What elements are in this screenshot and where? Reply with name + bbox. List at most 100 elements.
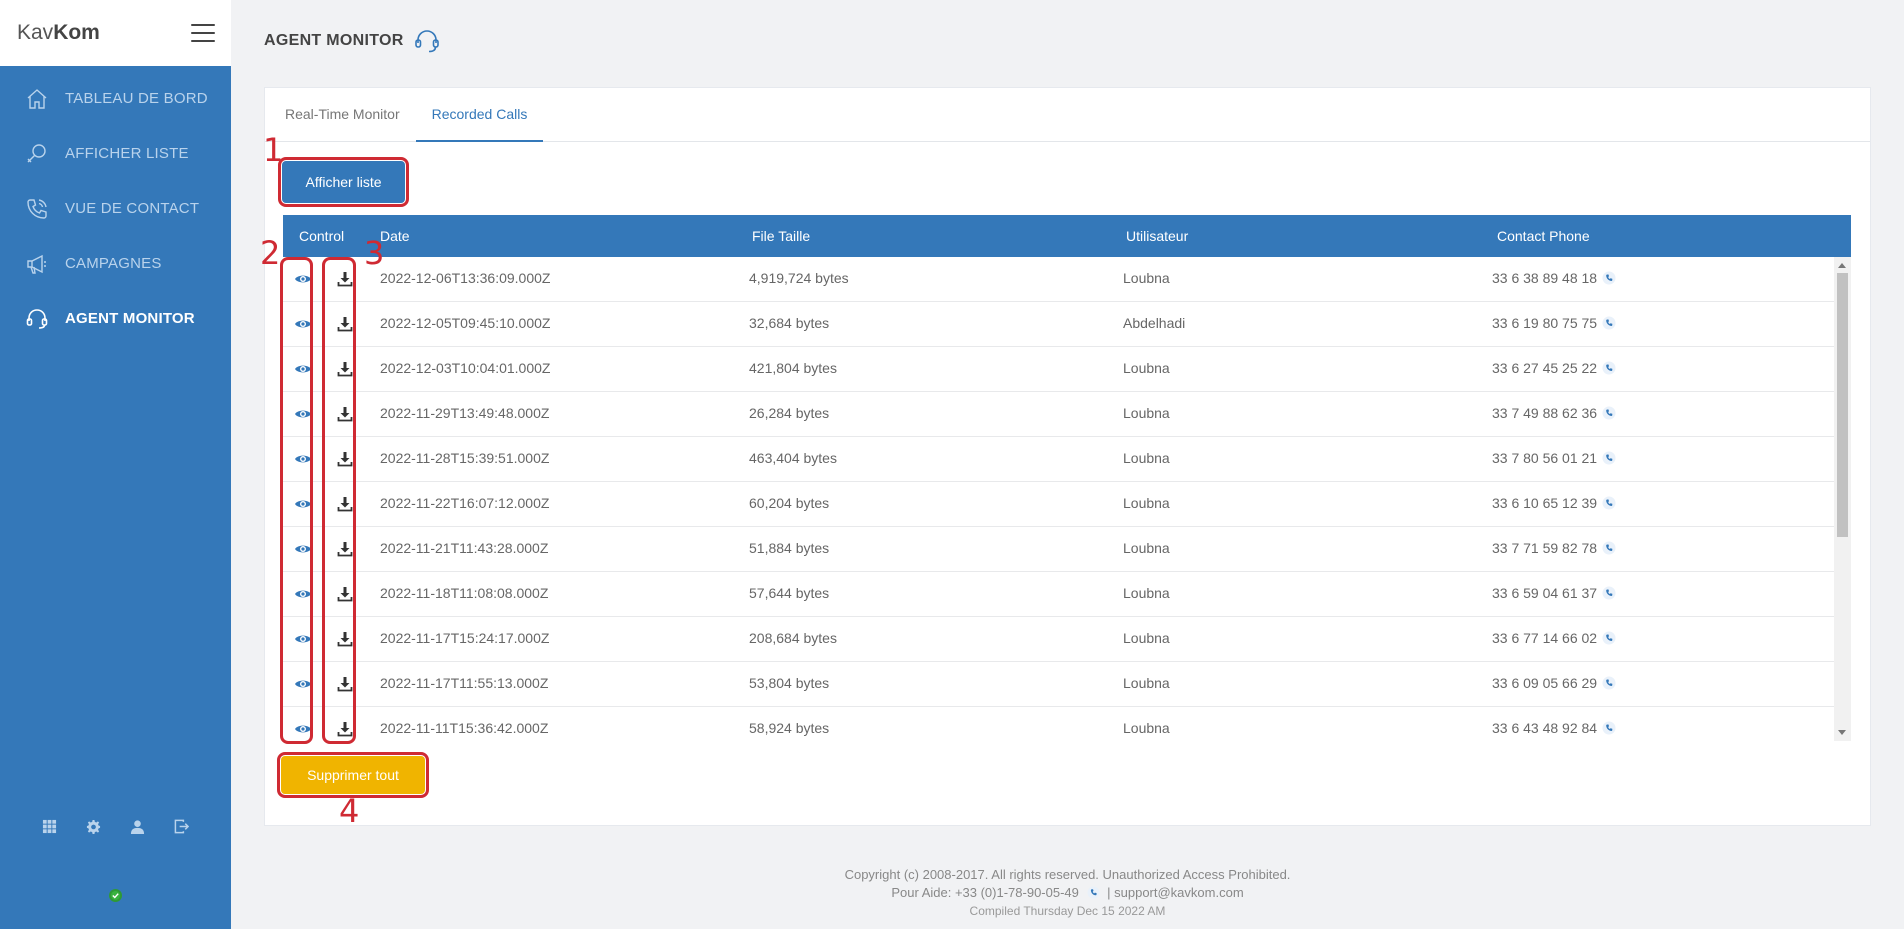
cell-user: Loubna	[1123, 405, 1170, 421]
afficher-liste-button[interactable]: Afficher liste	[278, 157, 409, 207]
view-icon[interactable]	[294, 315, 312, 333]
table-body: 2022-12-06T13:36:09.000Z 4,919,724 bytes L…	[283, 257, 1834, 741]
download-icon[interactable]	[336, 360, 354, 378]
grid-icon[interactable]	[42, 818, 58, 834]
download-icon[interactable]	[336, 540, 354, 558]
view-icon[interactable]	[294, 585, 312, 603]
download-icon[interactable]	[336, 495, 354, 513]
contact-phone-number: 33 6 09 05 66 29	[1492, 675, 1598, 691]
cell-user: Loubna	[1123, 585, 1170, 601]
cell-user: Loubna	[1123, 540, 1170, 556]
cell-contact-phone: 33 6 19 80 75 75	[1492, 315, 1616, 331]
logo-bar: KavKom	[0, 0, 231, 66]
download-icon[interactable]	[336, 630, 354, 648]
cell-contact-phone: 33 7 49 88 62 36	[1492, 405, 1616, 421]
sidebar-item-agent-monitor[interactable]: AGENT MONITOR	[0, 291, 231, 346]
table-row: 2022-11-17T15:24:17.000Z 208,684 bytes Lou…	[283, 617, 1834, 662]
call-phone-icon[interactable]	[1602, 631, 1616, 645]
cell-contact-phone: 33 6 59 04 61 37	[1492, 585, 1616, 601]
download-icon[interactable]	[336, 675, 354, 693]
table-row: 2022-11-21T11:43:28.000Z 51,884 bytes Loub…	[283, 527, 1834, 572]
sidebar-item-afficher-liste[interactable]: AFFICHER LISTE	[0, 126, 231, 181]
logo[interactable]: KavKom	[17, 21, 100, 45]
download-icon[interactable]	[336, 405, 354, 423]
view-icon[interactable]	[294, 450, 312, 468]
table-row: 2022-11-18T11:08:08.000Z 57,644 bytes Loub…	[283, 572, 1834, 617]
cell-date: 2022-11-17T15:24:17.000Z	[380, 630, 550, 646]
cell-file-size: 53,804 bytes	[749, 675, 830, 691]
cell-user: Loubna	[1123, 360, 1170, 376]
contact-phone-number: 33 6 59 04 61 37	[1492, 585, 1598, 601]
download-icon[interactable]	[336, 720, 354, 738]
sidebar-item-vue-de-contact[interactable]: VUE DE CONTACT	[0, 181, 231, 236]
scroll-up-icon[interactable]	[1838, 263, 1846, 268]
call-phone-icon[interactable]	[1602, 676, 1616, 690]
download-icon[interactable]	[336, 270, 354, 288]
scroll-down-icon[interactable]	[1838, 730, 1846, 735]
call-phone-icon[interactable]	[1602, 586, 1616, 600]
table-row: 2022-11-17T11:55:13.000Z 53,804 bytes Loub…	[283, 662, 1834, 707]
table-row: 2022-12-03T10:04:01.000Z 421,804 bytes Lou…	[283, 347, 1834, 392]
sidebar-item-tableau-de-bord[interactable]: TABLEAU DE BORD	[0, 71, 231, 126]
download-icon[interactable]	[336, 585, 354, 603]
view-icon[interactable]	[294, 720, 312, 738]
view-icon[interactable]	[294, 675, 312, 693]
call-phone-icon[interactable]	[1602, 406, 1616, 420]
tab-bar: Real-Time Monitor Recorded Calls	[265, 88, 1870, 142]
sidebar-item-label: AFFICHER LISTE	[65, 145, 189, 162]
footer: Copyright (c) 2008-2017. All rights rese…	[231, 866, 1904, 920]
call-phone-icon[interactable]	[1602, 721, 1616, 735]
sidebar-item-label: CAMPAGNES	[65, 255, 162, 272]
cell-user: Loubna	[1123, 630, 1170, 646]
table-scrollbar[interactable]	[1834, 257, 1851, 741]
cell-user: Loubna	[1123, 675, 1170, 691]
annotation-1: 1	[263, 131, 284, 169]
call-phone-icon[interactable]	[1086, 886, 1100, 899]
menu-toggle-icon[interactable]	[191, 24, 215, 42]
table-row: 2022-11-28T15:39:51.000Z 463,404 bytes Lou…	[283, 437, 1834, 482]
user-icon[interactable]	[130, 818, 146, 834]
cell-contact-phone: 33 6 38 89 48 18	[1492, 270, 1616, 286]
call-phone-icon[interactable]	[1602, 316, 1616, 330]
tab-real-time-monitor[interactable]: Real-Time Monitor	[269, 88, 416, 142]
call-phone-icon[interactable]	[1602, 451, 1616, 465]
view-icon[interactable]	[294, 495, 312, 513]
call-phone-icon[interactable]	[1602, 496, 1616, 510]
cell-contact-phone: 33 7 80 56 01 21	[1492, 450, 1616, 466]
tab-recorded-calls[interactable]: Recorded Calls	[415, 88, 544, 142]
contact-phone-number: 33 7 80 56 01 21	[1492, 450, 1598, 466]
supprimer-tout-button[interactable]: Supprimer tout	[277, 752, 429, 798]
sidebar: KavKom TABLEAU DE BORD AFFICHER LISTE VU…	[0, 0, 231, 929]
download-icon[interactable]	[336, 450, 354, 468]
cell-user: Loubna	[1123, 495, 1170, 511]
cell-date: 2022-12-06T13:36:09.000Z	[380, 270, 551, 286]
cell-date: 2022-11-28T15:39:51.000Z	[380, 450, 550, 466]
annotation-2: 2	[260, 234, 281, 272]
view-icon[interactable]	[294, 270, 312, 288]
table-row: 2022-11-29T13:49:48.000Z 26,284 bytes Loub…	[283, 392, 1834, 437]
logo-bold-text: Kom	[53, 21, 100, 44]
sidebar-item-campagnes[interactable]: CAMPAGNES	[0, 236, 231, 291]
cell-file-size: 57,644 bytes	[749, 585, 830, 601]
view-icon[interactable]	[294, 405, 312, 423]
call-phone-icon[interactable]	[1602, 361, 1616, 375]
view-icon[interactable]	[294, 630, 312, 648]
annotation-3: 3	[364, 234, 385, 272]
gear-icon[interactable]	[86, 818, 102, 834]
contact-phone-number: 33 6 77 14 66 02	[1492, 630, 1598, 646]
footer-help-email: | support@kavkom.com	[1107, 885, 1244, 900]
cell-date: 2022-11-22T16:07:12.000Z	[380, 495, 550, 511]
cell-date: 2022-11-21T11:43:28.000Z	[380, 540, 549, 556]
download-icon[interactable]	[336, 315, 354, 333]
view-icon[interactable]	[294, 360, 312, 378]
cell-file-size: 4,919,724 bytes	[749, 270, 849, 286]
call-phone-icon[interactable]	[1602, 541, 1616, 555]
logout-icon[interactable]	[174, 818, 190, 834]
view-icon[interactable]	[294, 540, 312, 558]
call-phone-icon[interactable]	[1602, 271, 1616, 285]
cell-file-size: 421,804 bytes	[749, 360, 837, 376]
cell-file-size: 51,884 bytes	[749, 540, 830, 556]
cell-file-size: 463,404 bytes	[749, 450, 837, 466]
scrollbar-thumb[interactable]	[1837, 273, 1848, 537]
cell-date: 2022-11-18T11:08:08.000Z	[380, 585, 549, 601]
